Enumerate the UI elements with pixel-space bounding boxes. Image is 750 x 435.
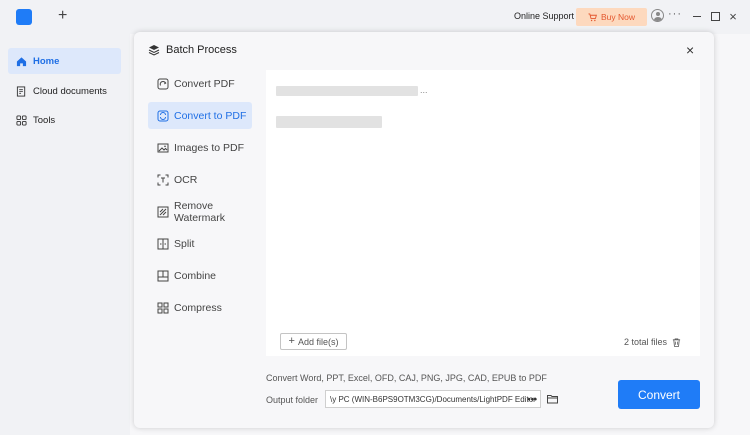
- minimize-button[interactable]: [690, 8, 704, 24]
- menu-item-label: Convert to PDF: [174, 109, 247, 122]
- trash-icon[interactable]: [672, 337, 681, 347]
- ocr-scan-icon: [157, 174, 169, 186]
- menu-item-remove-watermark[interactable]: Remove Watermark: [148, 199, 252, 225]
- combine-icon: [157, 270, 169, 282]
- menu-item-convert-pdf[interactable]: Convert PDF: [148, 74, 252, 94]
- menu-item-ocr[interactable]: OCR: [148, 170, 252, 190]
- file-list-area[interactable]: ... + Add file(s) 2 total files: [266, 70, 700, 356]
- tools-grid-icon: [16, 114, 27, 126]
- menu-item-label: Remove Watermark: [174, 200, 225, 224]
- layers-icon: [148, 45, 160, 56]
- menu-item-compress[interactable]: Compress: [148, 298, 252, 318]
- watermark-icon: [157, 206, 169, 218]
- convert-button[interactable]: Convert: [618, 380, 700, 409]
- file-item-name[interactable]: [276, 116, 382, 128]
- dialog-close-button[interactable]: ×: [686, 42, 694, 58]
- folder-icon[interactable]: [547, 394, 558, 404]
- buy-now-label: Buy Now: [600, 12, 635, 22]
- add-files-button[interactable]: + Add file(s): [280, 333, 347, 350]
- file-count: 2 total files: [624, 337, 681, 347]
- menu-item-label: Convert PDF: [174, 78, 235, 90]
- menu-item-combine[interactable]: Combine: [148, 266, 252, 286]
- file-item-ellipsis: ...: [420, 85, 428, 95]
- compress-icon: [157, 302, 169, 314]
- convert-pdf-icon: [157, 78, 169, 90]
- maximize-button[interactable]: [708, 8, 722, 24]
- supported-formats-text: Convert Word, PPT, Excel, OFD, CAJ, PNG,…: [266, 373, 547, 383]
- sidebar-item-home[interactable]: Home: [8, 48, 121, 74]
- menu-item-label: Compress: [174, 302, 222, 314]
- user-avatar[interactable]: [651, 9, 664, 22]
- online-support-link[interactable]: Online Support: [514, 11, 574, 21]
- cloud-document-icon: [16, 85, 26, 97]
- menu-item-label: Images to PDF: [174, 142, 245, 154]
- menu-item-split[interactable]: Split: [148, 234, 252, 254]
- new-tab-button[interactable]: +: [58, 7, 67, 25]
- add-files-label: Add file(s): [297, 336, 339, 347]
- image-icon: [157, 143, 169, 153]
- home-icon: [16, 56, 27, 66]
- browse-more-button[interactable]: •••: [528, 394, 537, 404]
- menu-item-label: Split: [174, 238, 195, 250]
- convert-to-pdf-icon: [157, 110, 169, 121]
- buy-now-button[interactable]: Buy Now: [576, 8, 647, 26]
- output-folder-path: \y PC (WIN-B6PS9OTM3CG)/Documents/LightP…: [330, 394, 536, 404]
- file-item-name[interactable]: [276, 86, 418, 96]
- sidebar-item-label: Tools: [33, 114, 56, 126]
- menu-item-label: OCR: [174, 174, 198, 186]
- dialog-title-text: Batch Process: [166, 44, 237, 56]
- batch-process-dialog: Batch Process × Convert PDF Convert to P…: [134, 32, 714, 428]
- menu-item-images-to-pdf[interactable]: Images to PDF: [148, 138, 252, 158]
- plus-icon: +: [288, 335, 295, 347]
- sidebar-item-label: Cloud documents: [33, 85, 107, 97]
- sidebar-item-cloud-documents[interactable]: Cloud documents: [8, 78, 121, 104]
- split-icon: [157, 238, 169, 250]
- sidebar-item-tools[interactable]: Tools: [8, 107, 121, 133]
- app-logo: [16, 9, 32, 25]
- dialog-title: Batch Process: [148, 44, 237, 56]
- total-files-label: 2 total files: [624, 337, 668, 347]
- window-close-button[interactable]: ×: [726, 8, 740, 24]
- output-folder-label: Output folder: [266, 395, 319, 405]
- output-folder-field[interactable]: \y PC (WIN-B6PS9OTM3CG)/Documents/LightP…: [325, 390, 541, 408]
- cart-icon: [588, 12, 597, 21]
- sidebar: Home Cloud documents Tools: [0, 34, 130, 435]
- sidebar-item-label: Home: [33, 55, 60, 67]
- more-options-button[interactable]: ···: [668, 8, 682, 20]
- title-bar: + Online Support Buy Now ··· ×: [0, 0, 750, 34]
- menu-item-label: Combine: [174, 270, 217, 282]
- menu-item-convert-to-pdf[interactable]: Convert to PDF: [148, 102, 252, 129]
